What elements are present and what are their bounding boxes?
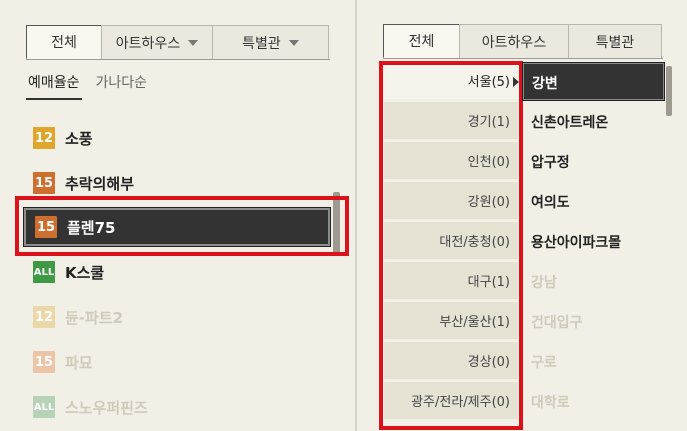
theater-item: 구로 — [531, 355, 557, 371]
theater-item[interactable]: 신촌아트레온 — [531, 112, 608, 132]
rating-all-icon: ALL — [33, 396, 55, 418]
tab-label: 특별관 — [242, 35, 281, 52]
sort-by-reservation[interactable]: 예매율순 — [26, 72, 82, 100]
theater-list-scrollbar[interactable] — [666, 66, 672, 116]
movie-item: 15 파묘 — [33, 350, 93, 374]
highlight-box — [379, 61, 523, 430]
chevron-down-icon — [288, 39, 299, 46]
rating-15-icon: 15 — [33, 172, 55, 194]
rating-12-icon: 12 — [33, 306, 55, 328]
theater-item: 강남 — [531, 275, 557, 291]
movie-item: ALL 스노우퍼핀즈 — [33, 395, 148, 419]
rating-all-icon: ALL — [33, 261, 55, 283]
tab-label: 아트하우스 — [481, 34, 547, 51]
movie-title: 추락의해부 — [65, 174, 135, 193]
movie-filter-tabs: 전체 아트하우스 특별관 — [26, 25, 330, 60]
movie-title: 스노우퍼핀즈 — [65, 398, 148, 417]
rating-12-icon: 12 — [33, 127, 55, 149]
tab-label: 특별관 — [595, 34, 635, 51]
movie-item[interactable]: 15 추락의해부 — [33, 171, 134, 195]
movie-title: 소풍 — [65, 129, 93, 148]
highlight-box — [15, 196, 349, 256]
theater-panel: 전체 아트하우스 특별관 서울(5) 경기(1) 인천(0) 강원(0) 대전/… — [357, 0, 687, 431]
movie-item[interactable]: ALL K스쿨 — [33, 260, 104, 284]
tab-label: 아트하우스 — [115, 35, 181, 52]
tab-all-theaters[interactable]: 전체 — [383, 24, 460, 58]
tab-all-movies[interactable]: 전체 — [26, 25, 102, 59]
theater-item[interactable]: 압구정 — [531, 152, 570, 172]
tab-label: 전체 — [51, 35, 77, 51]
movie-item: 12 듄-파트2 — [33, 305, 123, 329]
theater-item: 대학로 — [531, 395, 570, 411]
tab-special-movies[interactable]: 특별관 — [212, 25, 329, 59]
movie-title: 파묘 — [65, 353, 93, 372]
theater-item[interactable]: 여의도 — [531, 192, 570, 212]
sort-options: 예매율순 가나다순 — [26, 72, 161, 100]
theater-item[interactable]: 용산아이파크몰 — [531, 232, 621, 252]
theater-filter-tabs: 전체 아트하우스 특별관 — [383, 24, 663, 59]
tab-special-theaters[interactable]: 특별관 — [568, 24, 662, 58]
tab-arthouse-theaters[interactable]: 아트하우스 — [459, 24, 569, 58]
movie-title: K스쿨 — [65, 263, 105, 282]
selected-theater-item[interactable]: 강변 — [522, 62, 665, 101]
movie-title: 듄-파트2 — [65, 308, 124, 327]
theater-name: 강변 — [532, 76, 558, 92]
rating-15-icon: 15 — [33, 351, 55, 373]
tab-label: 전체 — [408, 34, 435, 50]
movie-item[interactable]: 12 소풍 — [33, 126, 93, 150]
chevron-down-icon — [188, 39, 199, 46]
tab-arthouse-movies[interactable]: 아트하우스 — [101, 25, 213, 59]
theater-item: 건대입구 — [531, 315, 583, 331]
sort-by-name[interactable]: 가나다순 — [94, 72, 150, 100]
movie-panel: 전체 아트하우스 특별관 예매율순 가나다순 12 소풍 15 추락의해부 15… — [0, 0, 354, 431]
